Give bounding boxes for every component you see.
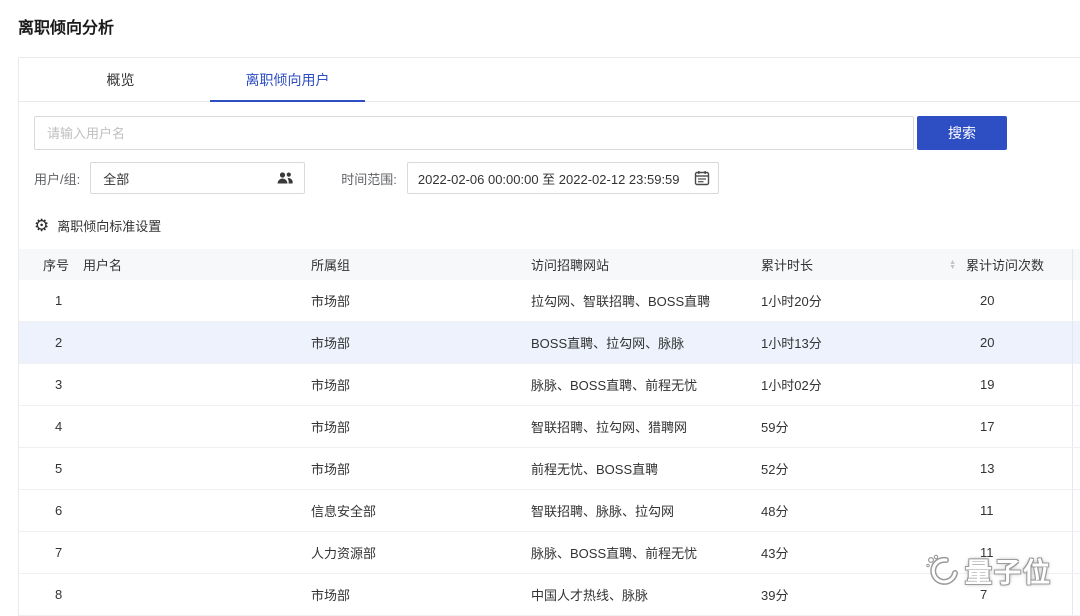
username-search-input[interactable] [34,116,914,150]
settings-label: 离职倾向标准设置 [57,219,162,234]
gear-icon: ⚙ [34,216,50,235]
header-extra [1072,249,1080,280]
time-range-value: 2022-02-06 00:00:00 至 2022-02-12 23:59:5… [417,171,680,187]
table-row: 2 市场部 BOSS直聘、拉勾网、脉脉 1小时13分 20 [19,322,1080,364]
resignation-users-table: 序号 用户名 所属组 访问招聘网站 累计时长 ▲ ▼ 累计访问次数 1 市场部 拉… [19,249,1080,616]
filter-row: 用户/组: 全部 时间范围: 2022-02-06 00:00:00 至 202… [34,162,1080,194]
table-row: 5 市场部 前程无忧、BOSS直聘 52分 13 [19,448,1080,490]
table-row: 7 人力资源部 脉脉、BOSS直聘、前程无忧 43分 11 [19,532,1080,574]
header-group: 所属组 [311,258,351,273]
header-index: 序号 [43,258,70,273]
time-range-picker[interactable]: 2022-02-06 00:00:00 至 2022-02-12 23:59:5… [406,162,719,194]
table-row: 6 信息安全部 智联招聘、脉脉、拉勾网 48分 11 [19,490,1080,532]
calendar-icon [694,170,710,186]
group-people-icon [276,170,294,186]
table-row: 1 市场部 拉勾网、智联招聘、BOSS直聘 1小时20分 20 [19,280,1080,322]
time-range-label: 时间范围: [341,171,397,187]
header-username: 用户名 [83,258,123,273]
user-group-label: 用户/组: [34,171,81,187]
sort-duration-icon[interactable]: ▲ ▼ [949,259,956,271]
table-row: 3 市场部 脉脉、BOSS直聘、前程无忧 1小时02分 19 [19,364,1080,406]
search-button[interactable]: 搜索 [917,116,1007,150]
user-group-value: 全部 [103,171,130,187]
resignation-criteria-settings-link[interactable]: ⚙ 离职倾向标准设置 [34,216,1080,235]
page-title: 离职倾向分析 [18,20,115,37]
search-row: 搜索 [34,116,1080,150]
table-row: 4 市场部 智联招聘、拉勾网、猎聘网 59分 17 [19,406,1080,448]
table-row: 8 市场部 中国人才热线、脉脉 39分 7 [19,574,1080,616]
header-visits: 累计访问次数 [966,258,1045,273]
header-duration: 累计时长 ▲ ▼ [761,258,956,273]
tab-overview[interactable]: 概览 [43,58,198,101]
content-card: 概览 离职倾向用户 搜索 用户/组: 全部 时间范围: 2022-02-06 0… [18,57,1080,616]
tab-bar: 概览 离职倾向用户 [19,58,1080,102]
table-header-row: 序号 用户名 所属组 访问招聘网站 累计时长 ▲ ▼ 累计访问次数 [19,249,1080,280]
header-sites: 访问招聘网站 [531,258,610,273]
tab-resignation-users[interactable]: 离职倾向用户 [210,58,365,102]
user-group-select[interactable]: 全部 [90,162,306,194]
